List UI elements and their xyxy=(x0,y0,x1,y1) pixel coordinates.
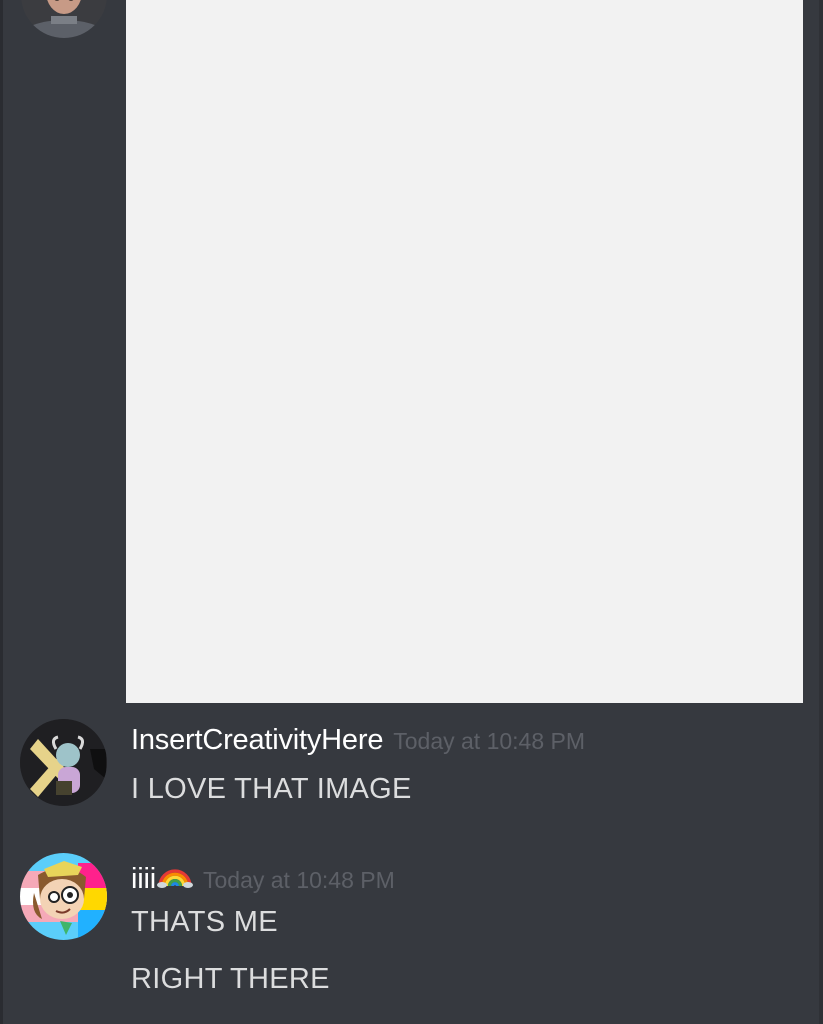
message-text: RIGHT THERE xyxy=(131,963,330,995)
timestamp: Today at 10:48 PM xyxy=(202,867,395,893)
user-avatar-icon[interactable] xyxy=(21,0,107,38)
username[interactable]: iiii xyxy=(131,863,156,896)
scrollbar-track[interactable] xyxy=(819,0,823,1024)
image-edge xyxy=(803,0,819,255)
message-header: InsertCreativityHere Today at 10:48 PM xyxy=(131,724,585,757)
left-edge xyxy=(0,0,3,1024)
username[interactable]: InsertCreativityHere xyxy=(131,724,383,757)
chat-messages-panel: InsertCreativityHere Today at 10:48 PM I… xyxy=(0,0,823,1024)
rainbow-icon xyxy=(156,858,193,888)
cartoon-avatar-icon[interactable] xyxy=(20,853,107,940)
message-text: THATS ME xyxy=(131,906,278,938)
image-attachment[interactable] xyxy=(126,0,803,703)
message-header: iiii Today at 10:48 PM xyxy=(131,858,395,896)
message-text: I LOVE THAT IMAGE xyxy=(131,773,412,805)
timestamp: Today at 10:48 PM xyxy=(393,728,586,754)
character-avatar-icon[interactable] xyxy=(20,719,107,806)
